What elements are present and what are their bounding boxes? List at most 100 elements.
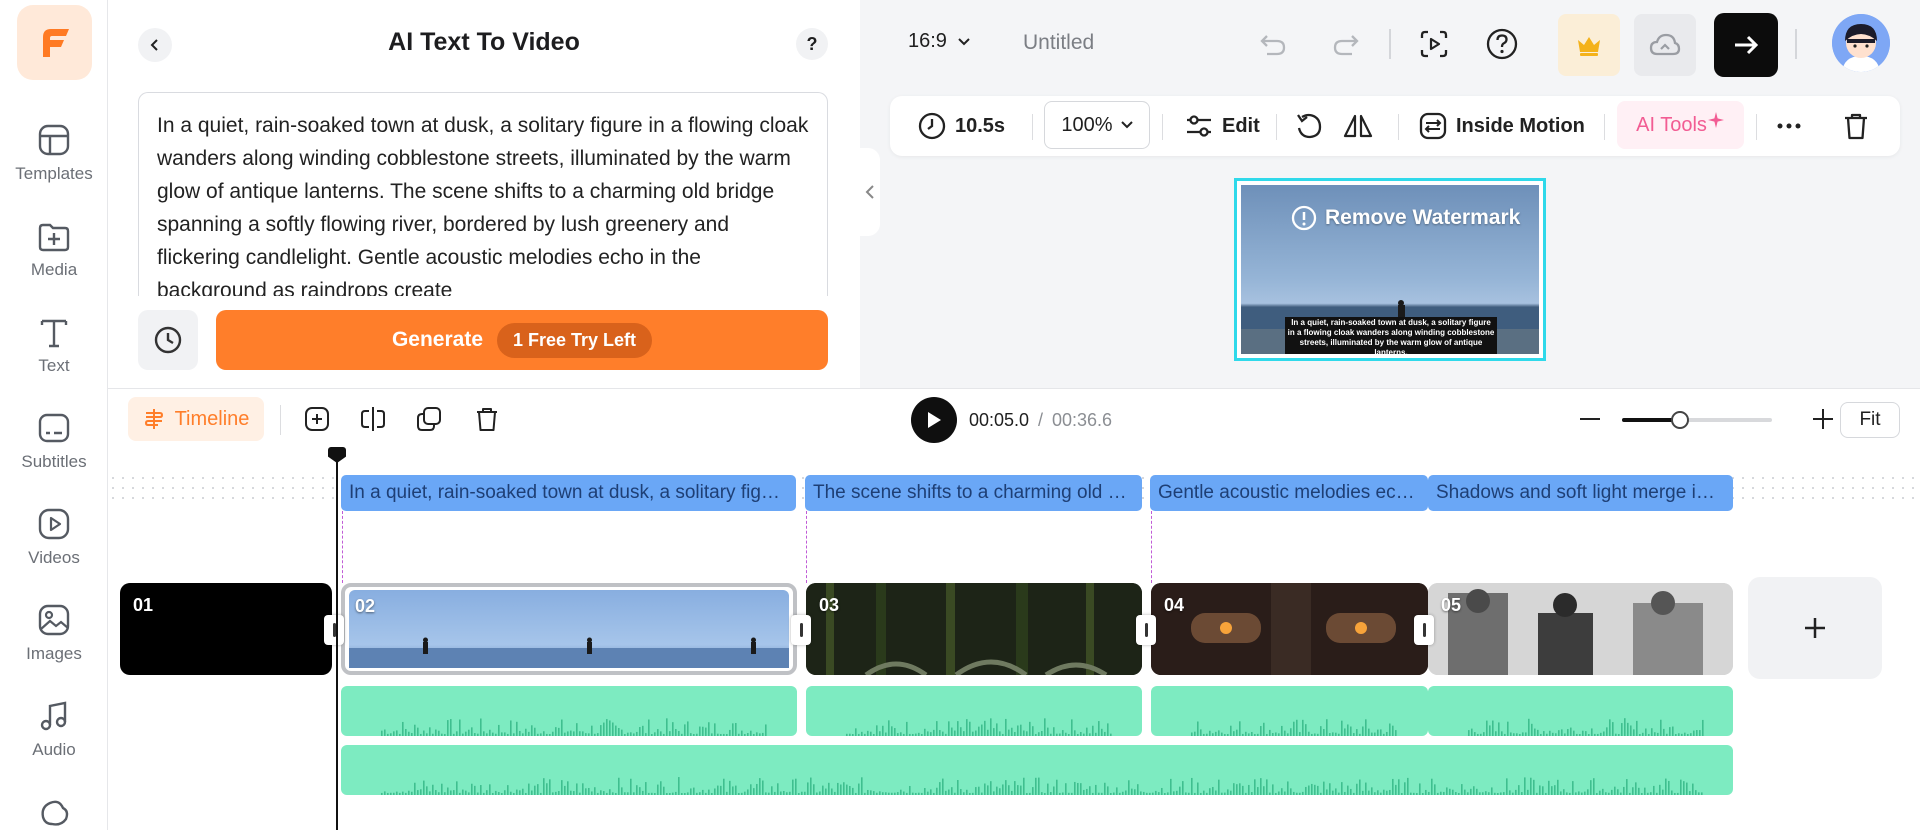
ai-tools-button[interactable]: AI Tools bbox=[1617, 101, 1744, 149]
screen-record-button[interactable] bbox=[1414, 24, 1454, 64]
waveform-bar bbox=[438, 792, 440, 795]
video-clip[interactable]: 03 bbox=[806, 583, 1142, 675]
add-clip-button[interactable] bbox=[1748, 577, 1882, 679]
remove-watermark-button[interactable]: Remove Watermark bbox=[1291, 205, 1520, 231]
fit-button[interactable]: Fit bbox=[1840, 402, 1900, 438]
waveform-bar bbox=[1491, 787, 1493, 795]
waveform-bar bbox=[408, 731, 410, 736]
waveform-bar bbox=[1152, 792, 1154, 795]
nav-audio[interactable]: Audio bbox=[0, 694, 108, 774]
more-options-button[interactable] bbox=[1776, 96, 1802, 156]
split-button[interactable] bbox=[353, 399, 393, 439]
sparkle-icon bbox=[1707, 112, 1724, 128]
rotate-button[interactable] bbox=[1294, 96, 1324, 156]
cloud-save-button[interactable] bbox=[1634, 14, 1696, 76]
export-button[interactable] bbox=[1714, 13, 1778, 77]
audio-icon bbox=[36, 698, 72, 734]
flip-button[interactable] bbox=[1342, 96, 1374, 156]
waveform-bar bbox=[1074, 730, 1076, 736]
nav-text[interactable]: Text bbox=[0, 310, 108, 390]
waveform-bar bbox=[804, 791, 806, 795]
nav-images[interactable]: Images bbox=[0, 598, 108, 678]
waveform-bar bbox=[1606, 727, 1608, 736]
aspect-ratio-dropdown[interactable]: 16:9 bbox=[908, 30, 971, 53]
playhead[interactable] bbox=[336, 453, 338, 830]
waveform-bar bbox=[1599, 790, 1601, 795]
generate-button[interactable]: Generate 1 Free Try Left bbox=[216, 310, 828, 370]
history-button[interactable] bbox=[138, 310, 198, 370]
duplicate-button[interactable] bbox=[409, 399, 449, 439]
nav-media[interactable]: Media bbox=[0, 214, 108, 294]
zoom-in-button[interactable] bbox=[1803, 399, 1843, 439]
voiceover-clip[interactable] bbox=[1428, 686, 1733, 736]
timeline-toggle[interactable]: Timeline bbox=[128, 397, 264, 441]
preview-caption: In a quiet, rain-soaked town at dusk, a … bbox=[1285, 317, 1497, 354]
waveform-bar bbox=[1329, 733, 1331, 736]
playhead-handle[interactable] bbox=[328, 447, 346, 463]
redo-button[interactable] bbox=[1326, 24, 1366, 64]
waveform-bar bbox=[1425, 789, 1427, 795]
add-track-button[interactable] bbox=[297, 399, 337, 439]
prompt-text[interactable]: In a quiet, rain-soaked town at dusk, a … bbox=[157, 109, 809, 296]
help-center-button[interactable] bbox=[1482, 24, 1522, 64]
waveform-bar bbox=[534, 727, 536, 736]
waveform-bar bbox=[1513, 733, 1515, 736]
nav-videos[interactable]: Videos bbox=[0, 502, 108, 582]
video-clip[interactable]: 05 bbox=[1428, 583, 1733, 675]
waveform-bar bbox=[393, 731, 395, 736]
nav-subtitles[interactable]: Subtitles bbox=[0, 406, 108, 486]
waveform-bar bbox=[756, 732, 758, 736]
chevron-down-icon bbox=[958, 37, 970, 45]
subtitle-clip[interactable]: Shadows and soft light merge in the rain bbox=[1428, 475, 1733, 511]
prompt-textarea[interactable]: In a quiet, rain-soaked town at dusk, a … bbox=[138, 92, 828, 296]
voiceover-clip[interactable] bbox=[1151, 686, 1428, 736]
waveform-bar bbox=[396, 791, 398, 795]
music-clip[interactable] bbox=[341, 745, 1733, 795]
trim-handle[interactable] bbox=[324, 615, 344, 645]
nav-templates[interactable]: Templates bbox=[0, 118, 108, 198]
zoom-dropdown[interactable]: 100% bbox=[1044, 101, 1150, 149]
zoom-slider-knob[interactable] bbox=[1671, 411, 1689, 429]
project-name[interactable]: Untitled bbox=[1023, 31, 1094, 55]
undo-button[interactable] bbox=[1253, 24, 1293, 64]
video-preview[interactable]: Remove Watermark In a quiet, rain-soaked… bbox=[1234, 178, 1546, 361]
waveform-bar bbox=[1350, 788, 1352, 795]
waveform-bar bbox=[849, 733, 851, 736]
waveform-bar bbox=[519, 790, 521, 795]
premium-button[interactable] bbox=[1558, 14, 1620, 76]
waveform-bar bbox=[540, 792, 542, 795]
divider bbox=[1795, 29, 1797, 59]
waveform-bar bbox=[426, 786, 428, 795]
voiceover-clip[interactable] bbox=[806, 686, 1142, 736]
duration-button[interactable]: 10.5s bbox=[917, 96, 1005, 156]
edit-button[interactable]: Edit bbox=[1184, 96, 1260, 156]
collapse-panel-handle[interactable] bbox=[860, 148, 880, 236]
help-button[interactable]: ? bbox=[796, 28, 828, 60]
trim-handle[interactable] bbox=[1136, 615, 1156, 645]
delete-clip-button[interactable] bbox=[467, 399, 507, 439]
app-logo[interactable] bbox=[17, 5, 92, 80]
waveform-bar bbox=[1564, 733, 1566, 736]
play-button[interactable] bbox=[911, 397, 957, 443]
trim-handle[interactable] bbox=[1414, 615, 1434, 645]
trim-handle[interactable] bbox=[791, 615, 811, 645]
nav-label: Audio bbox=[32, 740, 76, 759]
video-clip[interactable]: 01 bbox=[120, 583, 332, 675]
timeline-zoom-slider[interactable] bbox=[1622, 411, 1772, 429]
subtitle-clip[interactable]: The scene shifts to a charming old bridg… bbox=[805, 475, 1142, 511]
waveform-bar bbox=[546, 733, 548, 736]
subtitle-clip[interactable]: In a quiet, rain-soaked town at dusk, a … bbox=[341, 475, 796, 511]
subtitle-clip[interactable]: Gentle acoustic melodies echo in the bac… bbox=[1150, 475, 1428, 511]
video-clip[interactable]: 04 bbox=[1151, 583, 1428, 675]
inside-motion-button[interactable]: Inside Motion bbox=[1418, 96, 1585, 156]
waveform-bar bbox=[1065, 783, 1067, 795]
waveform-bar bbox=[927, 731, 929, 736]
waveform-bar bbox=[1551, 786, 1553, 795]
zoom-out-button[interactable] bbox=[1570, 399, 1610, 439]
delete-button[interactable] bbox=[1842, 96, 1870, 156]
voiceover-clip[interactable] bbox=[341, 686, 797, 736]
nav-elements[interactable] bbox=[0, 790, 108, 830]
video-clip-selected[interactable]: 02 bbox=[341, 583, 797, 675]
waveform-bar bbox=[615, 792, 617, 795]
user-avatar[interactable] bbox=[1832, 14, 1890, 72]
